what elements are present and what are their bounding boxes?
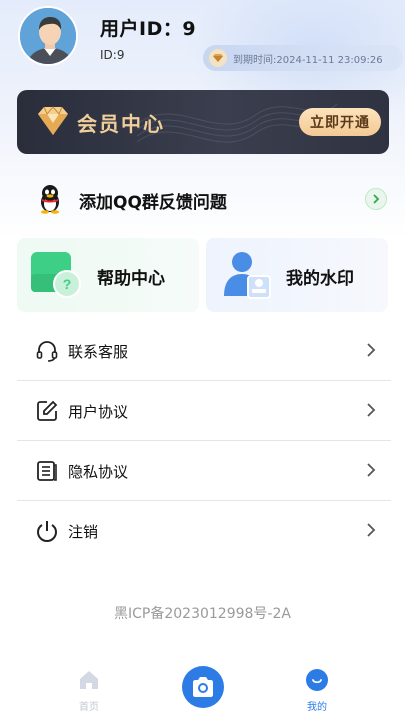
my-watermark-label: 我的水印 [286,269,354,289]
smile-face-icon [306,669,328,691]
menu-label: 隐私协议 [68,463,129,481]
help-center-label: 帮助中心 [97,269,165,289]
help-center-icon: ? [31,252,81,298]
menu-label: 联系客服 [68,343,129,361]
document-list-icon [37,461,57,481]
chevron-right-icon [367,523,376,537]
vip-expire-badge: 到期时间:2024-11-11 23:09:26 [203,45,403,71]
chevron-right-icon [367,343,376,357]
qq-group-label: 添加QQ群反馈问题 [79,193,227,213]
menu-label: 用户协议 [68,403,129,421]
camera-icon [193,677,213,697]
qq-penguin-icon [41,185,59,214]
menu-item-logout[interactable]: 注销 [17,501,391,561]
power-icon [36,521,58,543]
username: 用户ID：9 [100,18,197,40]
vip-center-title: 会员中心 [77,112,165,136]
qq-group-feedback-row[interactable]: 添加QQ群反馈问题 [17,180,389,218]
menu-item-privacy-policy[interactable]: 隐私协议 [17,441,391,501]
nav-mine-label: 我的 [307,702,327,713]
user-id: ID:9 [100,48,125,62]
open-vip-button[interactable]: 立即开通 [299,108,381,136]
chevron-right-circle-icon[interactable] [365,188,387,210]
headset-icon [36,341,58,362]
vip-crown-diamond-icon [38,106,68,135]
svg-text:?: ? [63,276,72,292]
nav-home[interactable]: 首页 [64,668,114,713]
watermark-icon [224,252,271,299]
nav-home-label: 首页 [79,702,99,713]
edit-document-icon [37,400,58,421]
my-watermark-card[interactable]: 我的水印 [206,238,388,312]
expire-time-text: 到期时间:2024-11-11 23:09:26 [233,54,383,66]
vip-diamond-icon [209,49,227,67]
avatar[interactable] [18,6,78,66]
help-center-card[interactable]: ? 帮助中心 [17,238,199,312]
menu-item-contact-service[interactable]: 联系客服 [17,321,391,381]
chevron-right-icon [367,403,376,417]
bottom-navigation: 首页 我的 [0,660,405,720]
nav-mine[interactable]: 我的 [292,668,342,713]
icp-license-text: 黑ICP备2023012998号-2A [114,606,291,622]
camera-button[interactable] [182,666,224,708]
menu-label: 注销 [68,523,99,541]
vip-center-banner[interactable]: 会员中心 立即开通 [17,90,389,154]
chevron-right-icon [367,463,376,477]
home-icon [80,671,98,689]
menu-item-user-agreement[interactable]: 用户协议 [17,381,391,441]
